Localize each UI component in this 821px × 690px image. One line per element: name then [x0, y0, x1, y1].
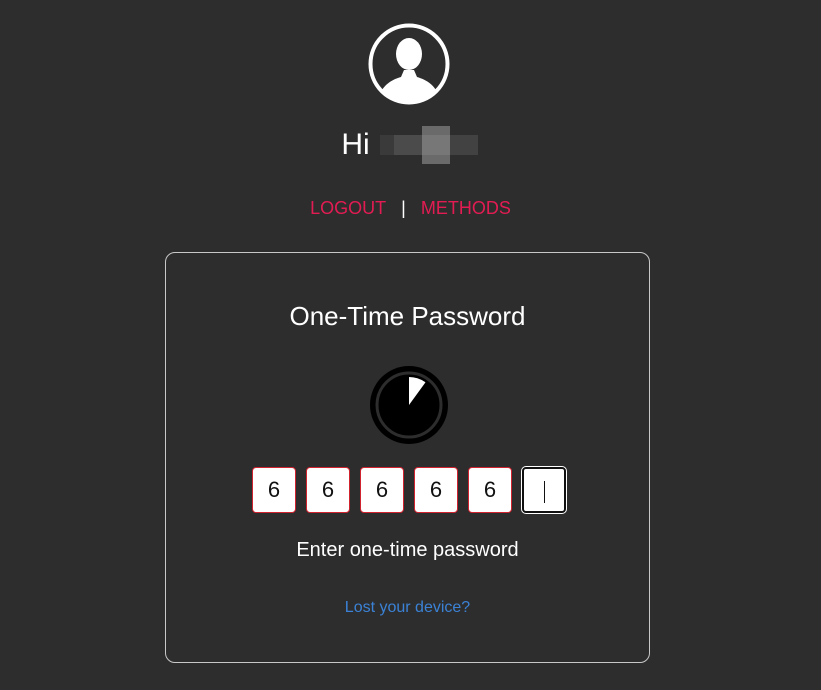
otp-digit-1[interactable]: 6	[252, 467, 296, 513]
lost-device: Lost your device?	[166, 598, 649, 618]
otp-hint: Enter one-time password	[296, 539, 519, 561]
otp-page: Hi LOGOUT | METHODS One-Time Password 6 6 …	[0, 0, 821, 690]
nav-separator: |	[401, 198, 406, 218]
greeting-label: Hi	[341, 128, 370, 162]
account-nav: LOGOUT | METHODS	[0, 196, 821, 220]
countdown-timer-icon	[370, 366, 448, 444]
redacted-username	[379, 126, 480, 165]
otp-digit-3[interactable]: 6	[360, 467, 404, 513]
methods-link[interactable]: METHODS	[421, 198, 511, 218]
otp-digit-4[interactable]: 6	[414, 467, 458, 513]
logout-link[interactable]: LOGOUT	[310, 198, 386, 218]
otp-card: One-Time Password 6 6 6 6 6 Enter one-ti…	[165, 252, 650, 663]
lost-device-link[interactable]: Lost your device?	[345, 599, 470, 616]
otp-digit-6[interactable]	[522, 467, 566, 513]
avatar	[368, 23, 450, 105]
greeting: Hi	[0, 124, 821, 165]
card-title: One-Time Password	[289, 301, 526, 331]
otp-digit-2[interactable]: 6	[306, 467, 350, 513]
otp-digit-5[interactable]: 6	[468, 467, 512, 513]
text-caret	[543, 481, 545, 504]
otp-input-group: 6 6 6 6 6	[252, 467, 566, 515]
